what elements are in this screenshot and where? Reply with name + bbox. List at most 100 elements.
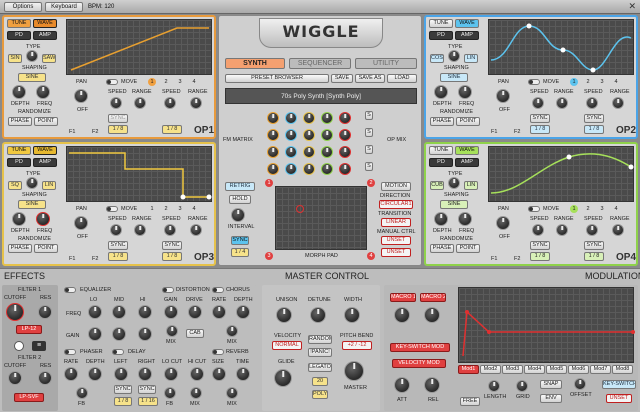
move-toggle[interactable] bbox=[106, 79, 118, 85]
options-button[interactable]: Options bbox=[4, 2, 42, 12]
point-button[interactable]: POINT bbox=[456, 244, 480, 253]
motion-button[interactable]: MOTION bbox=[381, 182, 411, 191]
sync-button[interactable]: SYNC bbox=[530, 114, 550, 123]
pan-knob[interactable] bbox=[74, 89, 88, 103]
phaser-toggle[interactable] bbox=[64, 349, 76, 355]
delay-mix-knob[interactable] bbox=[190, 387, 202, 399]
waveform-display[interactable] bbox=[488, 146, 634, 202]
delay-right-rate-select[interactable]: 1 / 16 bbox=[138, 397, 158, 406]
phaser-fb-knob[interactable] bbox=[76, 387, 88, 399]
offset-knob[interactable] bbox=[574, 378, 586, 390]
pd-tab[interactable]: PD bbox=[7, 158, 31, 167]
grid-knob[interactable] bbox=[516, 380, 528, 392]
type-b-button[interactable]: LIN bbox=[42, 181, 56, 190]
fm-matrix-knob[interactable] bbox=[267, 163, 279, 175]
delay-toggle[interactable] bbox=[112, 349, 124, 355]
rate-2-select[interactable]: 1 / 8 bbox=[162, 252, 182, 261]
rate-select[interactable]: 1 / 8 bbox=[530, 125, 550, 134]
pan-knob[interactable] bbox=[74, 216, 88, 230]
phase-button[interactable]: PHASE bbox=[8, 117, 32, 126]
type-a-button[interactable]: COS bbox=[430, 54, 444, 63]
delay-right-sync-button[interactable]: SYNC bbox=[138, 385, 156, 394]
morph-corner-4[interactable]: 4 bbox=[367, 252, 375, 260]
phaser-depth-knob[interactable] bbox=[88, 367, 102, 381]
freq-knob[interactable] bbox=[36, 85, 50, 99]
load-button[interactable]: LOAD bbox=[387, 74, 417, 83]
master-volume-knob[interactable] bbox=[344, 361, 364, 381]
fm-matrix-knob[interactable] bbox=[303, 146, 315, 158]
lfo-3-selector[interactable]: 3 bbox=[176, 205, 184, 213]
mod-tab-6[interactable]: Mod6 bbox=[568, 365, 589, 374]
type-knob[interactable] bbox=[26, 50, 38, 62]
save-as-button[interactable]: SAVE AS bbox=[355, 74, 385, 83]
range-knob[interactable] bbox=[134, 97, 146, 109]
phase-button[interactable]: PHASE bbox=[430, 117, 454, 126]
speed-2-knob[interactable] bbox=[586, 97, 598, 109]
direction-select[interactable]: CIRCULAR1 bbox=[379, 200, 413, 209]
dist-gain-knob[interactable] bbox=[164, 305, 178, 319]
macro1-knob[interactable] bbox=[394, 307, 410, 323]
waveform-display[interactable] bbox=[488, 19, 634, 75]
type-knob[interactable] bbox=[448, 50, 460, 62]
mod-unset-button[interactable]: UNSET bbox=[606, 394, 632, 403]
delay-locut-knob[interactable] bbox=[164, 367, 178, 381]
attack-knob[interactable] bbox=[394, 377, 410, 393]
phase-button[interactable]: PHASE bbox=[430, 244, 454, 253]
reverb-size-knob[interactable] bbox=[212, 367, 226, 381]
detune-knob[interactable] bbox=[310, 307, 326, 323]
lfo-2-selector[interactable]: 2 bbox=[162, 78, 170, 86]
cutoff2-knob[interactable] bbox=[8, 371, 22, 385]
type-b-button[interactable]: LIN bbox=[464, 181, 478, 190]
save-button[interactable]: SAVE bbox=[331, 74, 353, 83]
lfo-4-selector[interactable]: 4 bbox=[190, 78, 198, 86]
move-toggle[interactable] bbox=[528, 79, 540, 85]
fm-matrix-knob[interactable] bbox=[339, 146, 351, 158]
mod-tab-7[interactable]: Mod7 bbox=[590, 365, 611, 374]
phaser-rate-knob[interactable] bbox=[64, 367, 78, 381]
fm-matrix-knob[interactable] bbox=[321, 163, 333, 175]
delay-hicut-knob[interactable] bbox=[190, 367, 204, 381]
lfo-1-selector[interactable]: 1 bbox=[148, 78, 156, 86]
wave-tab[interactable]: WAVE bbox=[33, 146, 57, 155]
reverb-mix-knob[interactable] bbox=[226, 387, 238, 399]
tune-tab[interactable]: TUNE bbox=[7, 19, 31, 28]
dist-mix-knob[interactable] bbox=[166, 325, 178, 337]
lfo-1-selector[interactable]: 1 bbox=[570, 78, 578, 86]
delay-left-sync-button[interactable]: SYNC bbox=[114, 385, 132, 394]
type-b-button[interactable]: LIN bbox=[464, 54, 478, 63]
rate-select[interactable]: 1 / 8 bbox=[108, 125, 128, 134]
distortion-toggle[interactable] bbox=[162, 287, 174, 293]
fm-matrix-knob[interactable] bbox=[267, 112, 279, 124]
mod-tab-8[interactable]: Mod8 bbox=[612, 365, 633, 374]
length-knob[interactable] bbox=[488, 380, 500, 392]
lfo-4-selector[interactable]: 4 bbox=[190, 205, 198, 213]
freq-knob[interactable] bbox=[36, 212, 50, 226]
chorus-toggle[interactable] bbox=[212, 287, 224, 293]
amp-tab[interactable]: AMP bbox=[455, 31, 479, 40]
chorus-mix-knob[interactable] bbox=[226, 325, 238, 337]
speed-knob[interactable] bbox=[110, 97, 122, 109]
sync-button[interactable]: SYNC bbox=[108, 114, 128, 123]
amp-tab[interactable]: AMP bbox=[455, 158, 479, 167]
waveform-display[interactable] bbox=[66, 19, 212, 75]
rate-select[interactable]: 1 / 8 bbox=[108, 252, 128, 261]
eq-hi-gain-knob[interactable] bbox=[138, 327, 152, 341]
unset-button[interactable]: UNSET bbox=[381, 248, 411, 257]
tune-tab[interactable]: TUNE bbox=[429, 19, 453, 28]
key-switch-mod-button[interactable]: KEY-SWITCH MOD bbox=[390, 343, 450, 352]
delay-right-knob[interactable] bbox=[138, 367, 152, 381]
lfo-3-selector[interactable]: 3 bbox=[598, 205, 606, 213]
morph-corner-1[interactable]: 1 bbox=[265, 179, 273, 187]
delay-left-knob[interactable] bbox=[114, 367, 128, 381]
pan-knob[interactable] bbox=[496, 89, 510, 103]
free-button[interactable]: FREE bbox=[460, 397, 480, 406]
morph-corner-2[interactable]: 2 bbox=[367, 179, 375, 187]
speed-knob[interactable] bbox=[532, 97, 544, 109]
mod-tab-1[interactable]: Mod1 bbox=[458, 365, 479, 374]
point-button[interactable]: POINT bbox=[34, 244, 58, 253]
filter1-type-select[interactable]: LP-12 bbox=[16, 325, 42, 334]
fm-matrix-knob[interactable] bbox=[285, 112, 297, 124]
solo-op3-button[interactable]: S bbox=[365, 145, 373, 154]
pd-tab[interactable]: PD bbox=[429, 31, 453, 40]
waveform-display[interactable] bbox=[66, 146, 212, 202]
